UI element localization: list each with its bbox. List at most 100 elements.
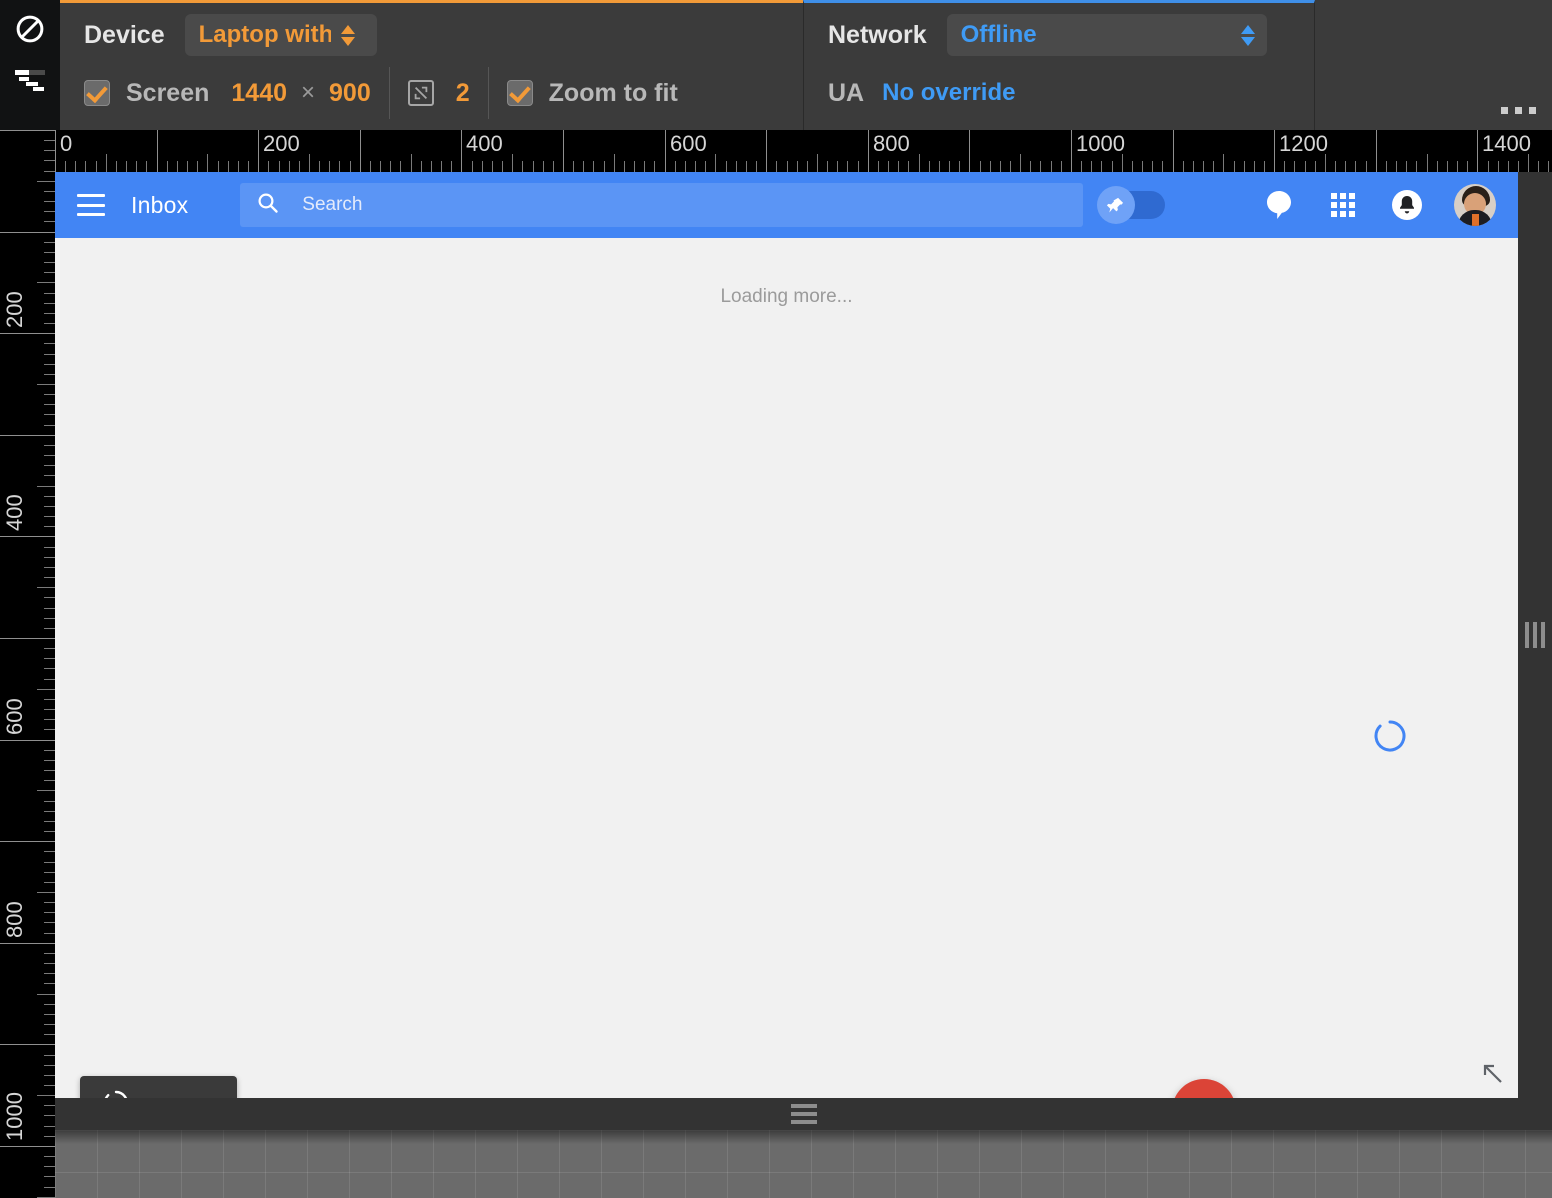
ruler-tick xyxy=(44,1176,55,1177)
ruler-tick xyxy=(1071,130,1072,172)
ruler-tick xyxy=(959,161,960,172)
ruler-tick xyxy=(969,130,970,172)
ruler-tick xyxy=(106,154,107,172)
ruler-tick xyxy=(44,1024,55,1025)
toolbar-sections: Device Laptop with HiDPI s Screen 1440 ×… xyxy=(60,0,1552,130)
ruler-tick xyxy=(44,709,55,710)
ruler-tick xyxy=(44,272,55,273)
app-content: Loading more... Loading... xyxy=(55,238,1518,1098)
ruler-tick xyxy=(350,161,351,172)
ruler-tick xyxy=(268,161,269,172)
user-agent-row: UA No override xyxy=(828,63,1314,123)
ruler-label: 1000 xyxy=(2,1092,27,1141)
ruler-tick xyxy=(1081,161,1082,172)
ruler-tick xyxy=(1000,161,1001,172)
ruler-tick xyxy=(726,161,727,172)
ruler-label: 1200 xyxy=(1279,131,1328,156)
user-agent-label: UA xyxy=(828,78,865,107)
ruler-tick xyxy=(44,394,55,395)
ruler-tick xyxy=(187,161,188,172)
ruler-tick xyxy=(858,161,859,172)
chevron-updown-icon xyxy=(1240,24,1255,46)
divider xyxy=(487,67,489,119)
ruler-tick xyxy=(44,303,55,304)
ruler-tick xyxy=(329,161,330,172)
screen-width-input[interactable]: 1440 xyxy=(231,79,287,108)
ruler-tick xyxy=(1355,161,1356,172)
search-input[interactable]: Search xyxy=(240,183,1084,227)
ruler-tick xyxy=(644,161,645,172)
viewport-resize-handle-right[interactable] xyxy=(1518,172,1552,1098)
screen-height-input[interactable]: 900 xyxy=(329,79,371,108)
ruler-tick xyxy=(44,547,55,548)
ruler-tick xyxy=(44,699,55,700)
ruler-tick xyxy=(715,154,716,172)
ruler-tick xyxy=(1335,161,1336,172)
ruler-tick xyxy=(980,161,981,172)
ruler-tick xyxy=(1386,161,1387,172)
ruler-tick xyxy=(44,597,55,598)
resize-corner-arrow-icon[interactable] xyxy=(1480,1061,1504,1090)
grid-shadow xyxy=(55,1130,1552,1144)
more-options-button[interactable] xyxy=(1501,107,1536,114)
ruler-tick xyxy=(614,154,615,172)
zoom-to-fit-checkbox[interactable] xyxy=(506,80,533,106)
ruler-tick xyxy=(1213,161,1214,172)
ruler-tick xyxy=(583,161,584,172)
ruler-tick xyxy=(990,161,991,172)
ruler-tick xyxy=(65,161,66,172)
ruler-tick xyxy=(1091,161,1092,172)
device-select[interactable]: Laptop with HiDPI s xyxy=(184,14,377,56)
avatar[interactable] xyxy=(1454,184,1496,226)
more-options-section xyxy=(1315,0,1552,130)
ruler-tick xyxy=(44,729,55,730)
ruler-tick xyxy=(44,364,55,365)
ruler-tick xyxy=(431,161,432,172)
ruler-tick xyxy=(1325,154,1326,172)
ruler-tick xyxy=(675,161,676,172)
ruler-tick xyxy=(258,130,259,172)
screen-size-row: Screen 1440 × 900 2 Zoom to fit xyxy=(84,63,803,123)
ruler-tick xyxy=(116,161,117,172)
ruler-tick xyxy=(543,161,544,172)
ruler-tick xyxy=(44,912,55,913)
apps-grid-icon[interactable] xyxy=(1326,188,1360,222)
ruler-tick xyxy=(847,161,848,172)
ruler-tick xyxy=(44,374,55,375)
viewport-resize-handle-bottom[interactable] xyxy=(55,1098,1552,1130)
ruler-tick xyxy=(299,161,300,172)
ruler-tick xyxy=(837,161,838,172)
ruler-tick xyxy=(1122,154,1123,172)
ruler-tick xyxy=(736,161,737,172)
ruler-tick xyxy=(1264,161,1265,172)
ruler-tick xyxy=(908,161,909,172)
notifications-bell-icon[interactable] xyxy=(1390,188,1424,222)
ruler-tick xyxy=(44,821,55,822)
ruler-tick xyxy=(1315,161,1316,172)
ruler-tick xyxy=(400,161,401,172)
block-icon[interactable] xyxy=(13,12,47,46)
ruler-tick xyxy=(1427,154,1428,172)
hamburger-menu-icon[interactable] xyxy=(77,194,105,216)
ruler-tick xyxy=(787,161,788,172)
user-agent-select[interactable]: No override xyxy=(882,72,1015,114)
ruler-tick xyxy=(44,750,55,751)
network-throttle-icon[interactable] xyxy=(13,64,47,98)
ruler-tick xyxy=(44,1115,55,1116)
ruler-tick xyxy=(37,384,55,385)
compose-fab-button[interactable] xyxy=(1172,1079,1236,1098)
hangouts-icon[interactable] xyxy=(1262,188,1296,222)
ruler-tick xyxy=(756,161,757,172)
ellipsis-dot xyxy=(1501,107,1508,114)
device-pixel-ratio-input[interactable]: 2 xyxy=(456,79,470,108)
pin-toggle[interactable] xyxy=(1097,186,1166,224)
ruler-tick xyxy=(868,130,869,172)
ruler-tick xyxy=(939,161,940,172)
network-throttling-select[interactable]: Offline xyxy=(946,14,1267,56)
ruler-tick xyxy=(44,313,55,314)
screen-checkbox[interactable] xyxy=(84,80,110,106)
ruler-tick xyxy=(1447,161,1448,172)
ruler-tick xyxy=(37,689,55,690)
ruler-tick xyxy=(44,862,55,863)
ruler-label: 800 xyxy=(873,131,910,156)
